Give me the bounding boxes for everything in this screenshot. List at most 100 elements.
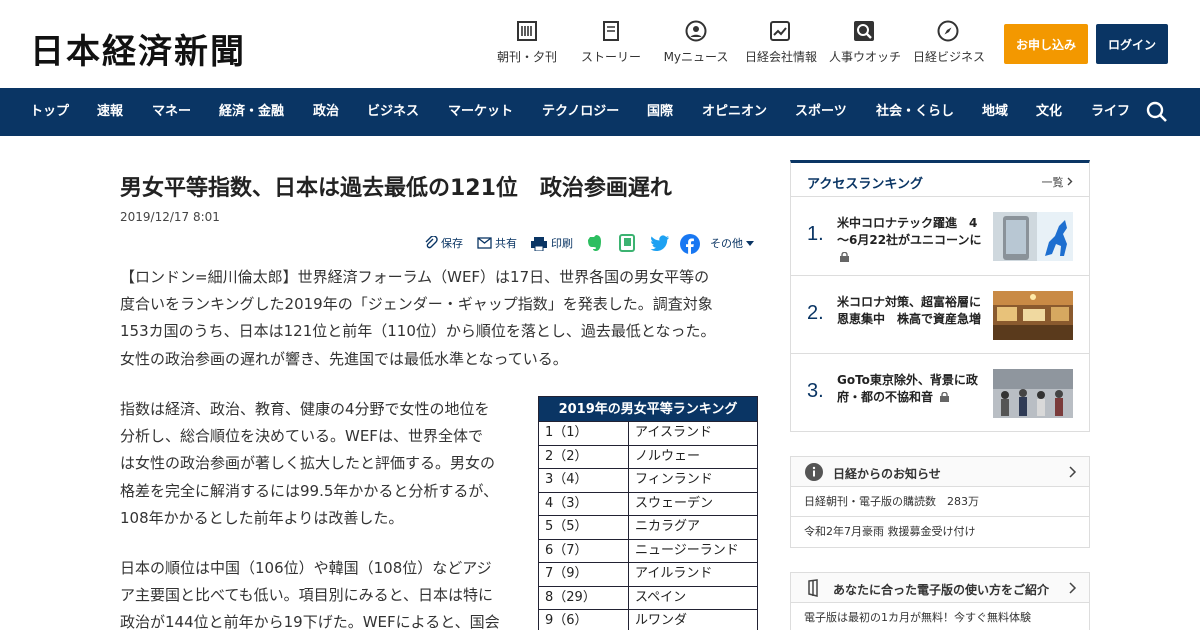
notice-item[interactable]: 令和2年7月豪雨 救援募金受け付け	[791, 517, 1089, 547]
service-label: Myニュース	[663, 50, 729, 64]
nav-item-money[interactable]: マネー	[152, 88, 191, 136]
nav-item-society[interactable]: 社会・くらし	[876, 88, 954, 136]
country-cell: スウェーデン	[635, 495, 714, 511]
other-label: その他	[710, 237, 743, 250]
ranking-item[interactable]: 1. 米中コロナテック躍進 4～6月22社がユニコーンに	[791, 197, 1089, 276]
text-line: 108年かかるとした前年よりは改善した。	[120, 508, 404, 527]
text-line: 政治が144位と前年から19下げた。WEFによると、国会	[120, 613, 500, 630]
access-ranking-more-link[interactable]: 一覧	[1042, 174, 1074, 190]
guide-item[interactable]: 電子版は最初の1カ月が無料！今すぐ無料体験	[791, 603, 1089, 630]
twitter-icon[interactable]	[650, 235, 670, 252]
nav-item-business[interactable]: ビジネス	[367, 88, 419, 136]
clip-icon	[425, 236, 438, 249]
service-story[interactable]: ストーリー	[576, 20, 646, 65]
text-line: ア主要国と比べても低い。項目別にみると、日本は特に	[120, 586, 494, 605]
login-button[interactable]: ログイン	[1096, 24, 1168, 64]
service-newspaper[interactable]: 朝刊・夕刊	[492, 20, 562, 65]
ranking-headline-text: 米コロナ対策、超富裕層に恩恵集中 株高で資産急増	[837, 294, 982, 326]
service-company[interactable]: 日経会社情報	[745, 20, 817, 65]
other-share-dropdown[interactable]: その他	[710, 234, 754, 252]
service-mynews[interactable]: Myニュース	[661, 20, 731, 65]
guide-header[interactable]: あなたに合った電子版の使い方をご紹介	[791, 573, 1089, 603]
text-line: 日本の順位は中国（106位）や韓国（108位）などアジ	[120, 559, 492, 577]
text-line: 度合いをランキングした2019年の「ジェンダー・ギャップ指数」を発表した。調査対…	[120, 295, 713, 314]
nav-item-international[interactable]: 国際	[647, 88, 673, 136]
table-row: 4（3） スウェーデン	[539, 492, 757, 516]
article-title: 男女平等指数、日本は過去最低の121位 政治参画遅れ	[120, 176, 672, 201]
nav-item-economy[interactable]: 経済・金融	[219, 88, 284, 136]
article-date: 2019/12/17 8:01	[120, 210, 220, 224]
rank-cell: 2（2）	[539, 445, 629, 468]
nav-item-opinion[interactable]: オピニオン	[702, 88, 767, 136]
nav-item-breaking[interactable]: 速報	[97, 88, 123, 136]
nav-item-sports[interactable]: スポーツ	[795, 88, 847, 136]
country-cell: アイルランド	[635, 566, 713, 581]
country-cell: ノルウェー	[635, 448, 701, 464]
search-icon[interactable]	[1145, 100, 1169, 124]
text-line: 女性の政治参画の遅れが響き、先進国では最低水準となっている。	[120, 349, 568, 368]
country-cell: スペイン	[635, 589, 687, 605]
share-button[interactable]: 共有	[477, 234, 517, 252]
ranking-number: 1.	[807, 223, 824, 245]
service-label: 朝刊・夕刊	[496, 50, 557, 64]
print-button[interactable]: 印刷	[530, 234, 573, 252]
article-paragraph-3: 日本の順位は中国（106位）や韓国（108位）などアジ ア主要国と比べても低い。…	[120, 555, 500, 630]
save-button[interactable]: 保存	[424, 234, 463, 252]
nav-item-top[interactable]: トップ	[30, 88, 69, 136]
compass-icon	[937, 20, 959, 42]
rank-cell: 1（1）	[539, 422, 629, 445]
country-cell: フィンランド	[635, 472, 713, 487]
ranking-headline: GoTo東京除外、背景に政府・都の不協和音	[837, 372, 987, 406]
nav-item-region[interactable]: 地域	[982, 88, 1008, 136]
access-ranking: アクセスランキング 一覧 1. 米中コロナテック躍進 4～6月22社がユニコーン…	[790, 160, 1090, 432]
notices-title: 日経からのお知らせ	[833, 467, 941, 481]
table-row: 2（2） ノルウェー	[539, 445, 757, 469]
facebook-icon[interactable]	[680, 234, 700, 254]
nav-item-technology[interactable]: テクノロジー	[542, 88, 619, 136]
rank-cell: 6（7）	[539, 539, 629, 562]
service-jinji[interactable]: 人事ウオッチ	[829, 20, 901, 65]
nikkei-notices: 日経からのお知らせ 日経朝刊・電子版の購読数 283万 令和2年7月豪雨 救援募…	[790, 456, 1090, 548]
chart-icon	[770, 21, 790, 41]
more-label: 一覧	[1041, 176, 1064, 189]
lock-icon	[940, 392, 950, 402]
rank-cell: 3（4）	[539, 469, 629, 492]
country-cell: アイスランド	[635, 425, 712, 440]
text-line: 【ロンドン=細川倫太郎】世界経済フォーラム（WEF）は17日、世界各国の男女平等…	[120, 268, 710, 286]
nav-item-culture[interactable]: 文化	[1036, 88, 1062, 136]
table-row: 1（1） アイスランド	[539, 422, 757, 446]
service-business[interactable]: 日経ビジネス	[913, 20, 985, 65]
site-logo[interactable]: 日本経済新聞	[30, 24, 246, 73]
caret-down-icon	[746, 240, 754, 246]
digital-guide: あなたに合った電子版の使い方をご紹介 電子版は最初の1カ月が無料！今すぐ無料体験	[790, 572, 1090, 630]
unicorn-phone-thumbnail	[993, 212, 1073, 261]
nav-item-life[interactable]: ライフ	[1091, 88, 1130, 136]
ranking-item[interactable]: 3. GoTo東京除外、背景に政府・都の不協和音	[791, 354, 1089, 433]
subscribe-button[interactable]: お申し込み	[1004, 24, 1088, 64]
country-cell: ルワンダ	[635, 613, 688, 628]
notebook-icon[interactable]	[618, 234, 636, 252]
rank-cell: 9（6）	[539, 610, 629, 630]
lock-icon	[840, 252, 849, 262]
table-row: 7（9） アイルランド	[539, 563, 757, 587]
shield-icon	[808, 579, 818, 597]
ranking-headline-text: 米中コロナテック躍進 4～6月22社がユニコーンに	[837, 216, 982, 247]
main-nav: トップ 速報 マネー 経済・金融 政治 ビジネス マーケット テクノロジー 国際…	[0, 88, 1200, 136]
ranking-number: 2.	[807, 301, 824, 324]
chevron-right-icon	[1069, 582, 1077, 594]
rank-cell: 8（29）	[539, 586, 629, 609]
notices-header[interactable]: 日経からのお知らせ	[791, 457, 1089, 487]
rank-cell: 5（5）	[539, 516, 629, 539]
access-ranking-title: アクセスランキング	[807, 177, 923, 192]
guide-title: あなたに合った電子版の使い方をご紹介	[833, 583, 1050, 597]
nav-item-market[interactable]: マーケット	[448, 88, 513, 136]
evernote-icon[interactable]	[586, 234, 604, 252]
notice-item[interactable]: 日経朝刊・電子版の購読数 283万	[791, 487, 1089, 517]
country-cell: ニカラグア	[635, 519, 701, 534]
save-label: 保存	[441, 237, 463, 250]
ranking-item[interactable]: 2. 米コロナ対策、超富裕層に恩恵集中 株高で資産急増	[791, 276, 1089, 354]
print-label: 印刷	[551, 237, 573, 250]
access-ranking-header: アクセスランキング 一覧	[791, 163, 1089, 197]
article-paragraph-2: 指数は経済、政治、教育、健康の4分野で女性の地位を 分析し、総合順位を決めている…	[120, 396, 498, 532]
nav-item-politics[interactable]: 政治	[313, 88, 339, 136]
